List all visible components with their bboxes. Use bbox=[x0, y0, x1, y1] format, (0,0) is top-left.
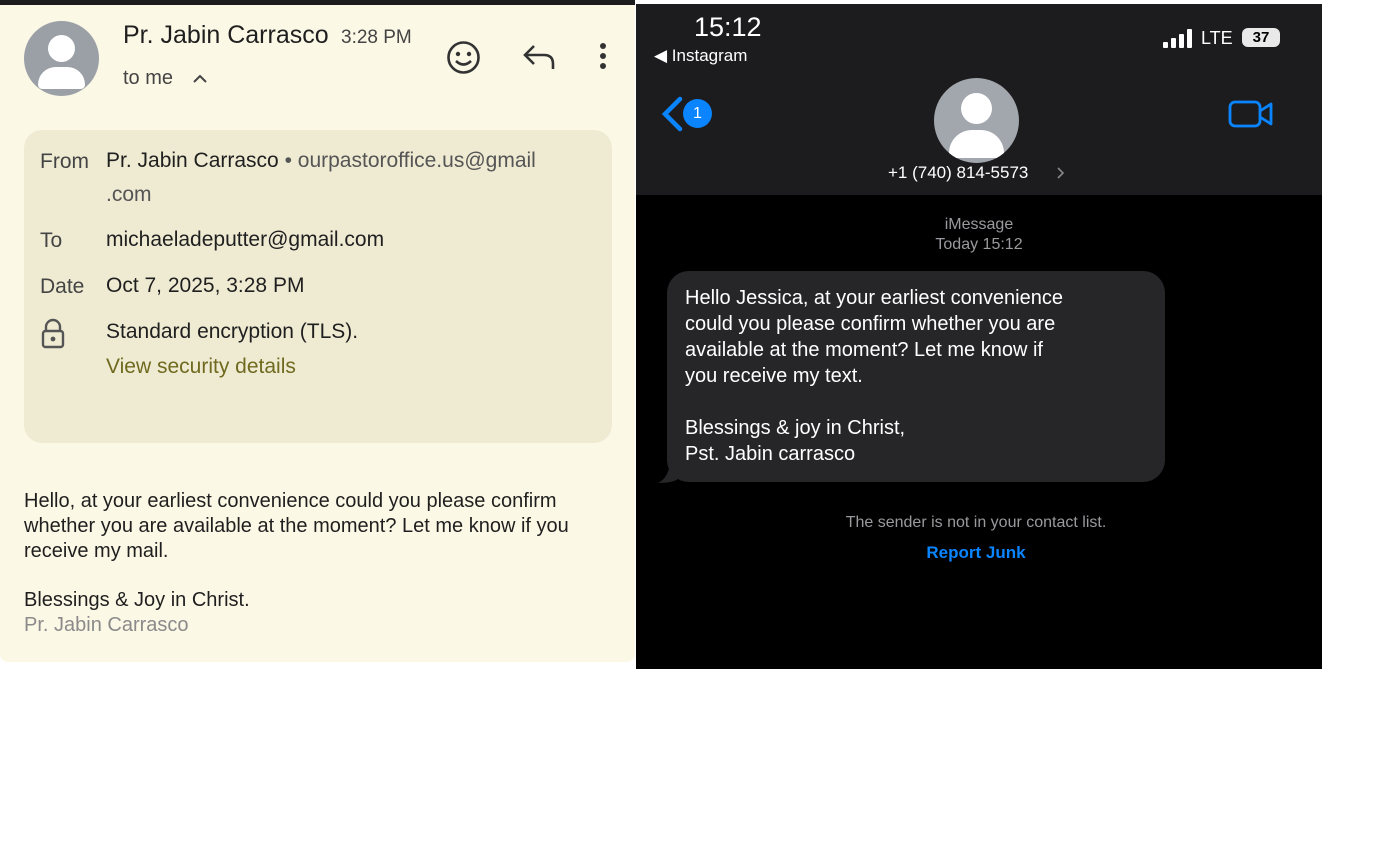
from-email-line1[interactable]: ourpastoroffice.us@gmail bbox=[298, 149, 536, 172]
incoming-message-bubble[interactable]: Hello Jessica, at your earliest convenie… bbox=[667, 271, 1165, 482]
chevron-up-icon[interactable] bbox=[190, 69, 210, 89]
from-name: Pr. Jabin Carrasco bbox=[106, 149, 279, 172]
date-value: Oct 7, 2025, 3:28 PM bbox=[106, 274, 305, 297]
sender-name: Pr. Jabin Carrasco bbox=[123, 21, 329, 49]
contact-avatar-icon[interactable] bbox=[934, 78, 1019, 163]
from-value: Pr. Jabin Carrasco • ourpastoroffice.us@… bbox=[106, 144, 536, 212]
video-call-icon[interactable] bbox=[1228, 99, 1274, 129]
message-line: could you please confirm whether you are bbox=[685, 313, 1056, 335]
unknown-sender-notice: The sender is not in your contact list. bbox=[845, 514, 1107, 531]
from-separator: • bbox=[278, 149, 298, 172]
to-label: To bbox=[40, 229, 63, 252]
email-signoff: Blessings & Joy in Christ. bbox=[24, 589, 250, 611]
date-label: Date bbox=[40, 275, 85, 298]
sent-time: 3:28 PM bbox=[341, 27, 412, 48]
email-signature: Pr. Jabin Carrasco bbox=[24, 614, 189, 636]
message-line: available at the moment? Let me know if bbox=[685, 339, 1043, 361]
more-vert-icon[interactable] bbox=[596, 41, 610, 73]
sender-avatar-icon[interactable] bbox=[24, 21, 99, 96]
lock-icon bbox=[41, 318, 65, 349]
view-security-details-link[interactable]: View security details bbox=[106, 355, 296, 379]
conversation-header: 15:12 ◀ Instagram LTE 37 1 +1 (740) 814-… bbox=[636, 4, 1322, 195]
battery-icon: 37 bbox=[1242, 28, 1280, 47]
from-label: From bbox=[40, 150, 89, 173]
message-line: you receive my text. bbox=[685, 365, 863, 387]
email-body: Hello, at your earliest convenience coul… bbox=[24, 490, 569, 562]
signal-bars-icon bbox=[1163, 29, 1192, 48]
back-to-app-link[interactable]: ◀ Instagram bbox=[654, 46, 747, 66]
from-email-line2[interactable]: .com bbox=[106, 183, 152, 206]
to-value[interactable]: michaeladeputter@gmail.com bbox=[106, 223, 384, 257]
imessage-panel: 15:12 ◀ Instagram LTE 37 1 +1 (740) 814-… bbox=[636, 4, 1322, 669]
emoji-icon[interactable] bbox=[446, 40, 481, 75]
message-gap bbox=[685, 389, 1147, 415]
service-label: iMessage bbox=[944, 216, 1014, 233]
message-details-card: From Pr. Jabin Carrasco • ourpastoroffic… bbox=[24, 130, 612, 443]
recipient-toggle[interactable]: to me bbox=[123, 67, 173, 90]
unread-badge[interactable]: 1 bbox=[683, 99, 712, 128]
network-type: LTE bbox=[1201, 28, 1233, 48]
message-line: Pst. Jabin carrasco bbox=[685, 443, 856, 465]
message-line: Blessings & joy in Christ, bbox=[685, 417, 906, 439]
email-panel: Pr. Jabin Carrasco 3:28 PM to me From Pr… bbox=[0, 0, 635, 662]
service-timestamp: Today 15:12 bbox=[935, 236, 1023, 253]
reply-icon[interactable] bbox=[522, 43, 556, 71]
contact-phone[interactable]: +1 (740) 814-5573 bbox=[888, 163, 1028, 183]
message-line: Hello Jessica, at your earliest convenie… bbox=[685, 287, 1063, 309]
security-text: Standard encryption (TLS). bbox=[106, 320, 359, 343]
report-junk-link[interactable]: Report Junk bbox=[636, 543, 1316, 563]
chevron-right-icon[interactable] bbox=[1056, 167, 1064, 179]
status-time: 15:12 bbox=[694, 12, 762, 42]
